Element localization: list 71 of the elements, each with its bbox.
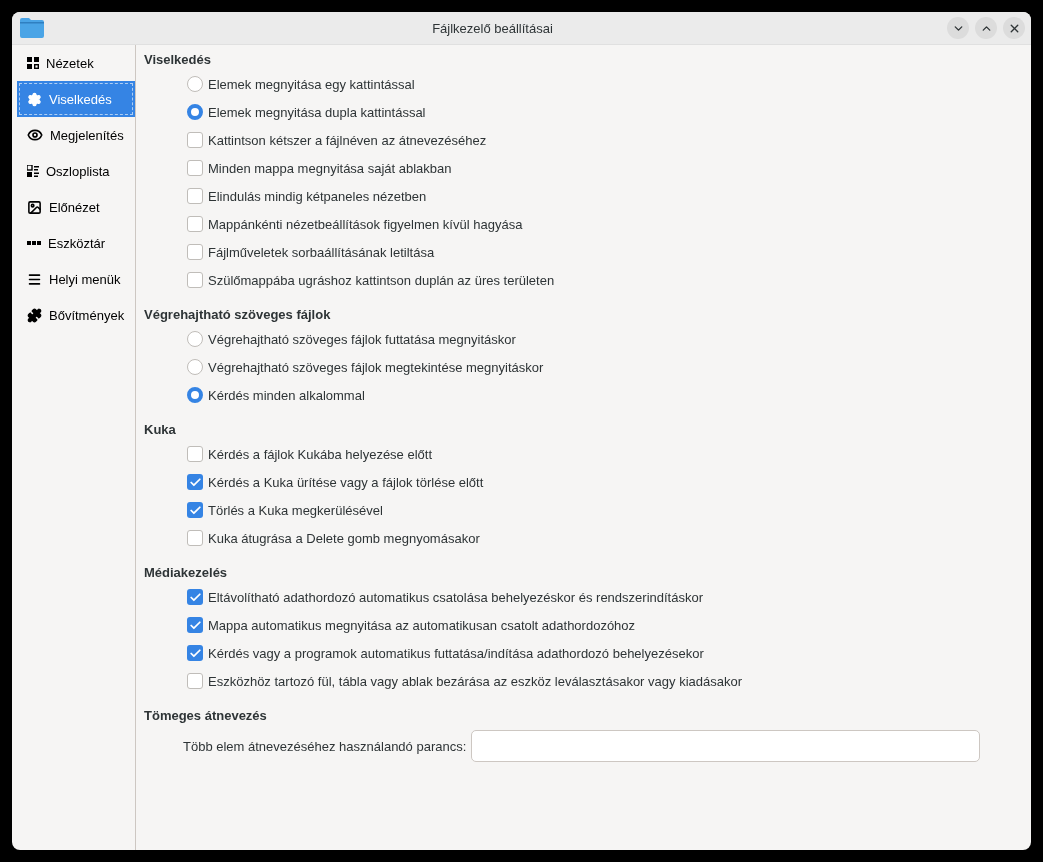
maximize-button[interactable] (975, 17, 997, 39)
section-heading: Médiakezelés (144, 563, 229, 582)
section-heading: Viselkedés (144, 50, 212, 69)
option-label: Mappa automatikus megnyitása az automatikusan csatolt adathordozóhoz (208, 617, 636, 633)
checkbox[interactable] (187, 188, 203, 204)
checkbox[interactable] (187, 132, 203, 148)
grid-icon (27, 57, 39, 69)
menu-icon (27, 271, 42, 287)
checkbox[interactable] (187, 272, 203, 288)
checkbox[interactable] (187, 645, 203, 661)
sidebar-item[interactable]: Viselkedés (17, 81, 135, 117)
option-label: Elemek megnyitása egy kattintással (208, 76, 415, 92)
checkbox[interactable] (187, 244, 203, 260)
option-label: Eszközhöz tartozó fül, tábla vagy ablak bezárása az eszköz leválasztásakor vagy kiadásakor (208, 673, 742, 689)
sidebar-item[interactable]: Bővítmények (17, 297, 135, 333)
radio-button[interactable] (187, 331, 203, 347)
option-label: Végrehajtható szöveges fájlok megtekintése megnyitáskor (208, 359, 544, 375)
checkbox[interactable] (187, 617, 203, 633)
eye-icon (27, 127, 43, 143)
sidebar-item[interactable]: Eszköztár (17, 225, 135, 261)
checkbox[interactable] (187, 502, 203, 518)
checkmark-icon (188, 618, 202, 632)
option-label: Eltávolítható adathordozó automatikus csatolása behelyezéskor és rendszerindításkor (208, 589, 703, 605)
sidebar-item[interactable]: Oszloplista (17, 153, 135, 189)
folder-icon (20, 18, 44, 38)
option-label: Minden mappa megnyitása saját ablakban (208, 160, 452, 176)
option-label: Kérdés vagy a programok automatikus futtatása/indítása adathordozó behelyezésekor (208, 645, 704, 661)
image-icon (27, 199, 42, 215)
field-label: Több elem átnevezéséhez használandó parancs: (183, 738, 467, 754)
dots-icon (27, 241, 41, 245)
option-label: Mappánkénti nézetbeállítások figyelmen kívül hagyása (208, 216, 523, 232)
checkbox[interactable] (187, 216, 203, 232)
option-label: Elemek megnyitása dupla kattintással (208, 104, 426, 120)
radio-button[interactable] (187, 76, 203, 92)
command-field[interactable] (471, 730, 981, 762)
sidebar-item[interactable]: Helyi menük (17, 261, 135, 297)
checkmark-icon (188, 646, 202, 660)
checkbox[interactable] (187, 446, 203, 462)
sidebar-item[interactable]: Előnézet (17, 189, 135, 225)
checkbox[interactable] (187, 474, 203, 490)
checkbox[interactable] (187, 530, 203, 546)
checkmark-icon (188, 475, 202, 489)
section-heading: Kuka (144, 420, 177, 439)
puzzle-icon (27, 307, 42, 323)
settings-icon (27, 91, 42, 107)
list-icon (27, 165, 39, 177)
sidebar-item[interactable]: Megjelenítés (17, 117, 135, 153)
option-label: Végrehajtható szöveges fájlok futtatása megnyitáskor (208, 331, 516, 347)
checkbox[interactable] (187, 589, 203, 605)
option-label: Fájlműveletek sorbaállításának letiltása (208, 244, 435, 260)
option-label: Kuka átugrása a Delete gomb megnyomásakor (208, 530, 480, 546)
option-label: Elindulás mindig kétpaneles nézetben (208, 188, 427, 204)
option-label: Szülőmappába ugráshoz kattintson duplán az üres területen (208, 272, 555, 288)
checkbox[interactable] (187, 160, 203, 176)
sidebar-item[interactable]: Nézetek (17, 45, 135, 81)
option-label: Kérdés a Kuka ürítése vagy a fájlok törlése előtt (208, 474, 484, 490)
checkmark-icon (188, 590, 202, 604)
section-heading: Tömeges átnevezés (144, 706, 268, 725)
option-label: Törlés a Kuka megkerülésével (208, 502, 383, 518)
close-button[interactable] (1003, 17, 1025, 39)
radio-button[interactable] (187, 387, 203, 403)
section-heading: Végrehajtható szöveges fájlok (144, 305, 332, 324)
checkmark-icon (188, 503, 202, 517)
window-title: Fájlkezelő beállításai (431, 20, 554, 36)
option-label: Kérdés a fájlok Kukába helyezése előtt (208, 446, 433, 462)
option-label: Kattintson kétszer a fájlnéven az átnevezéséhez (208, 132, 487, 148)
radio-button[interactable] (187, 359, 203, 375)
minimize-button[interactable] (947, 17, 969, 39)
radio-button[interactable] (187, 104, 203, 120)
option-label: Kérdés minden alkalommal (208, 387, 365, 403)
checkbox[interactable] (187, 673, 203, 689)
